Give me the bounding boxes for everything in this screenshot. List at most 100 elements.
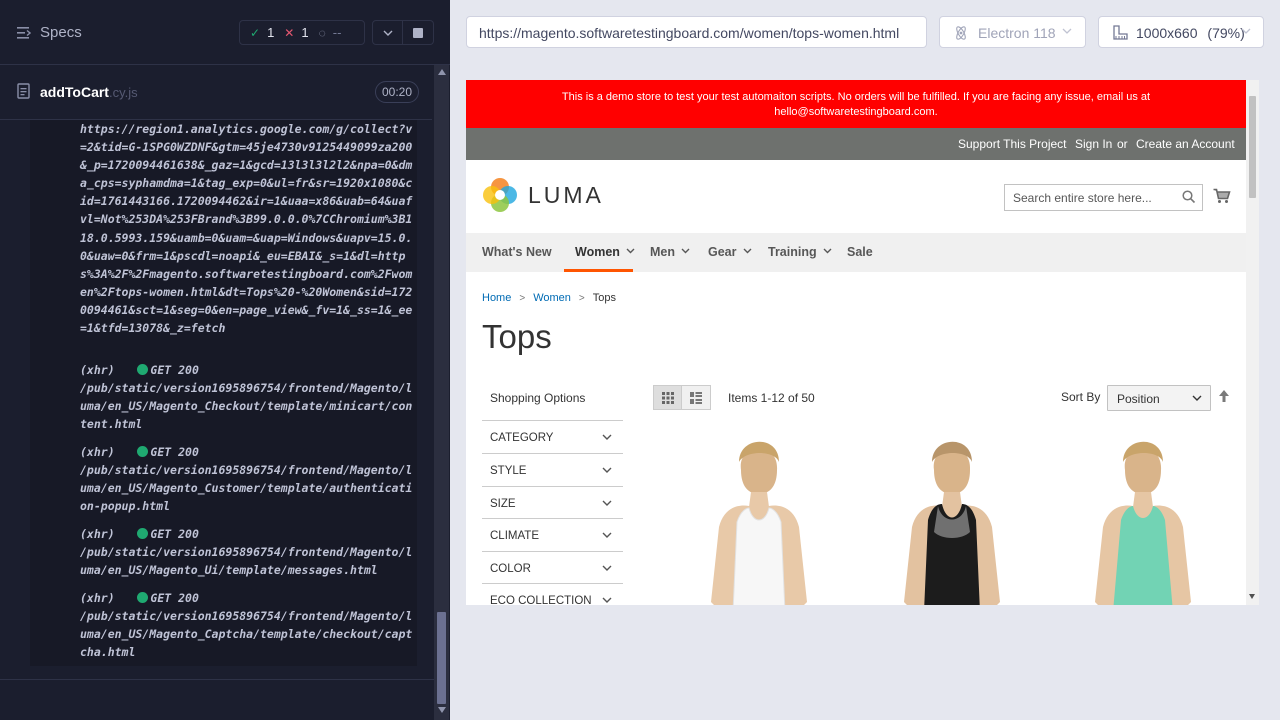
filter-color[interactable]: COLOR: [482, 551, 623, 584]
chevron-down-icon: [602, 500, 612, 506]
nav-men[interactable]: Men: [650, 245, 690, 259]
sort-direction-arrow-icon[interactable]: [1218, 389, 1230, 403]
chevron-down-icon: [602, 565, 612, 571]
page-title: Tops: [482, 318, 552, 355]
aut-scrollbar-thumb[interactable]: [1249, 96, 1256, 198]
chevron-down-icon: [1062, 28, 1072, 34]
nav-training[interactable]: Training: [768, 245, 832, 259]
status-dot-icon: [137, 528, 149, 539]
shopping-options-heading: Shopping Options: [490, 391, 586, 405]
chevron-down-icon: [743, 248, 751, 254]
filter-style[interactable]: STYLE: [482, 453, 623, 486]
electron-icon: [956, 26, 966, 40]
cypress-runner-panel: Specs ✓ 1 ✕ 1 ◌ -- addToCart.cy.js 00:20 ht…: [0, 0, 450, 720]
passed-count: ✓ 1: [250, 25, 275, 40]
ruler-icon: [1113, 25, 1128, 40]
product-image[interactable]: [1063, 432, 1223, 605]
sign-in-link[interactable]: Sign In: [1075, 137, 1112, 151]
status-dot-icon: [137, 364, 149, 375]
list-icon: [690, 391, 702, 404]
sort-by-label: Sort By: [1061, 390, 1101, 404]
chevron-down-icon: [681, 248, 690, 254]
site-header: LUMA Search entire store here...: [466, 160, 1246, 233]
or-text: or: [1117, 137, 1128, 151]
nav-sale[interactable]: Sale: [847, 245, 873, 259]
filter-eco-collection[interactable]: ECO COLLECTION: [482, 583, 623, 605]
check-icon: ✓: [250, 25, 261, 40]
search-input[interactable]: Search entire store here...: [1004, 184, 1203, 211]
browser-selector[interactable]: Electron 118: [939, 16, 1086, 48]
filter-category[interactable]: CATEGORY: [482, 420, 623, 453]
spinner-icon: ◌: [318, 25, 326, 40]
active-nav-indicator: [564, 269, 633, 272]
options-dropdown-button[interactable]: [372, 20, 403, 45]
list-view-button[interactable]: [682, 385, 711, 410]
viewport-zoom: (79%): [1207, 25, 1245, 41]
xhr-request-entry[interactable]: (xhr) GET 200 /pub/static/version1695896…: [80, 589, 416, 661]
main-navigation: What's New Women Men Gear Training Sale: [466, 233, 1246, 272]
xhr-request-entry[interactable]: (xhr) GET 200 /pub/static/version1695896…: [80, 361, 416, 433]
specs-label[interactable]: Specs: [40, 24, 82, 41]
status-dot-icon: [137, 446, 149, 457]
demo-notice-banner: This is a demo store to test your test a…: [466, 80, 1246, 128]
filter-climate[interactable]: CLIMATE: [482, 518, 623, 551]
viewport-size: 1000x660: [1136, 25, 1198, 41]
chevron-down-icon: [823, 248, 832, 254]
scroll-down-arrow-icon[interactable]: [438, 707, 446, 713]
chevron-down-icon: [602, 434, 612, 440]
specs-list-icon[interactable]: [17, 26, 31, 40]
items-count: Items 1-12 of 50: [728, 391, 815, 405]
grid-view-button[interactable]: [653, 385, 682, 410]
create-account-link[interactable]: Create an Account: [1136, 137, 1235, 151]
spec-duration: 00:20: [375, 81, 420, 103]
spec-file-row: addToCart.cy.js 00:20: [0, 66, 432, 120]
search-icon[interactable]: [1182, 190, 1196, 204]
chevron-down-icon: [1241, 28, 1251, 34]
stop-icon: [413, 27, 423, 38]
sort-by-select[interactable]: Position: [1107, 385, 1211, 411]
scroll-up-arrow-icon[interactable]: [438, 69, 446, 75]
grid-icon: [661, 391, 674, 404]
browser-name: Electron 118: [978, 25, 1056, 41]
pending-count: ◌ --: [318, 25, 342, 40]
cart-icon[interactable]: [1213, 188, 1231, 204]
breadcrumb: Home > Women > Tops: [482, 292, 616, 304]
nav-whats-new[interactable]: What's New: [482, 245, 552, 259]
scroll-down-arrow-icon[interactable]: [1249, 594, 1255, 599]
chevron-down-icon: [602, 597, 612, 603]
breadcrumb-home[interactable]: Home: [482, 292, 511, 304]
logo-text[interactable]: LUMA: [528, 182, 604, 209]
scrollbar-thumb[interactable]: [437, 612, 446, 704]
nav-women[interactable]: Women: [575, 245, 635, 259]
xhr-request-entry[interactable]: (xhr) GET 200 /pub/static/version1695896…: [80, 443, 416, 515]
breadcrumb-women[interactable]: Women: [533, 292, 571, 304]
test-stats: ✓ 1 ✕ 1 ◌ --: [239, 20, 365, 45]
chevron-down-icon: [626, 248, 635, 254]
divider: [0, 679, 434, 680]
xhr-request-entry[interactable]: (xhr) GET 200 /pub/static/version1695896…: [80, 525, 416, 579]
app-under-test-frame: This is a demo store to test your test a…: [466, 80, 1259, 605]
aut-url-bar[interactable]: https://magento.softwaretestingboard.com…: [466, 16, 927, 48]
nav-gear[interactable]: Gear: [708, 245, 752, 259]
breadcrumb-current: Tops: [592, 292, 616, 304]
chevron-down-icon: [602, 532, 612, 538]
log-url-entry[interactable]: https://region1.analytics.google.com/g/c…: [80, 120, 416, 337]
stop-button[interactable]: [403, 20, 434, 45]
file-icon: [17, 83, 30, 99]
support-link[interactable]: Support This Project: [958, 137, 1067, 151]
view-mode-switcher: [653, 385, 711, 410]
viewport-selector[interactable]: 1000x660 (79%): [1098, 16, 1264, 48]
product-image[interactable]: [679, 432, 839, 605]
chevron-down-icon: [602, 467, 612, 473]
command-log: https://region1.analytics.google.com/g/c…: [30, 120, 417, 666]
status-dot-icon: [137, 592, 149, 603]
x-icon: ✕: [284, 25, 295, 40]
filter-size[interactable]: SIZE: [482, 486, 623, 519]
failed-count: ✕ 1: [284, 25, 309, 40]
product-image[interactable]: [872, 432, 1032, 605]
chevron-down-icon: [383, 30, 392, 36]
luma-logo-icon[interactable]: [482, 177, 518, 213]
chevron-down-icon: [1192, 395, 1202, 401]
spec-name: addToCart.cy.js: [40, 84, 138, 100]
specs-header: Specs ✓ 1 ✕ 1 ◌ --: [0, 0, 450, 65]
